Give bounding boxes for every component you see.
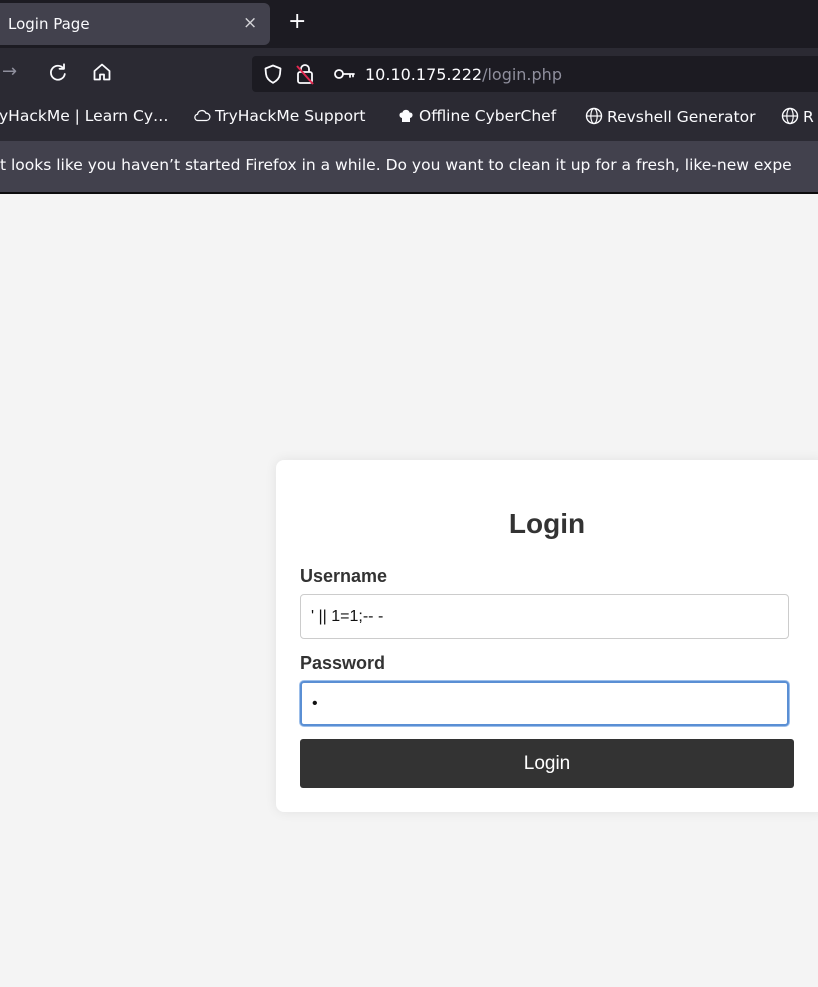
- password-label: Password: [300, 653, 386, 673]
- chef-hat-icon: [399, 109, 413, 122]
- close-icon[interactable]: ×: [243, 13, 257, 33]
- bookmark-label: yHackMe | Learn Cy…: [0, 107, 169, 125]
- tab-bar: Login Page × +: [0, 0, 818, 48]
- bookmark-offline-cyberchef[interactable]: Offline CyberChef: [397, 107, 556, 125]
- cloud-icon: [194, 109, 211, 122]
- bookmark-label: TryHackMe Support: [215, 107, 366, 125]
- key-icon[interactable]: [333, 62, 357, 86]
- globe-icon: [585, 107, 603, 125]
- bookmark-label: Revshell Generator: [607, 108, 756, 126]
- login-card: Login Username Password Login: [276, 460, 818, 812]
- bookmark-label: Offline CyberChef: [419, 107, 557, 125]
- password-input[interactable]: [300, 681, 789, 726]
- globe-icon: [781, 107, 799, 125]
- bookmark-label: R: [803, 108, 814, 126]
- reload-icon[interactable]: [46, 60, 70, 84]
- bookmark-tryhackme-support[interactable]: TryHackMe Support: [193, 107, 366, 125]
- url-text[interactable]: 10.10.175.222/login.php: [365, 65, 562, 84]
- url-path: /login.php: [482, 65, 562, 84]
- tab-title: Login Page: [8, 15, 90, 33]
- notification-text: t looks like you haven’t started Firefox…: [0, 156, 792, 174]
- page-title: Login: [508, 508, 586, 539]
- tab-login-page[interactable]: Login Page ×: [0, 3, 270, 45]
- chrome-divider: [0, 192, 818, 194]
- username-label: Username: [300, 566, 388, 586]
- url-host: 10.10.175.222: [365, 65, 483, 84]
- shield-icon[interactable]: [262, 63, 284, 85]
- forward-icon[interactable]: →: [2, 60, 17, 84]
- refresh-notification-bar: t looks like you haven’t started Firefox…: [0, 140, 818, 192]
- bookmark-r[interactable]: R: [781, 107, 814, 126]
- username-input[interactable]: [300, 594, 789, 639]
- bookmark-revshell-generator[interactable]: Revshell Generator: [585, 107, 755, 126]
- new-tab-button[interactable]: +: [288, 9, 306, 35]
- login-button[interactable]: Login: [300, 739, 794, 788]
- home-icon[interactable]: [90, 60, 114, 84]
- bookmarks-toolbar: yHackMe | Learn Cy… TryHackMe Support Of…: [0, 96, 818, 140]
- bookmark-tryhackme-learn[interactable]: yHackMe | Learn Cy…: [0, 107, 169, 125]
- insecure-lock-icon[interactable]: [294, 62, 316, 86]
